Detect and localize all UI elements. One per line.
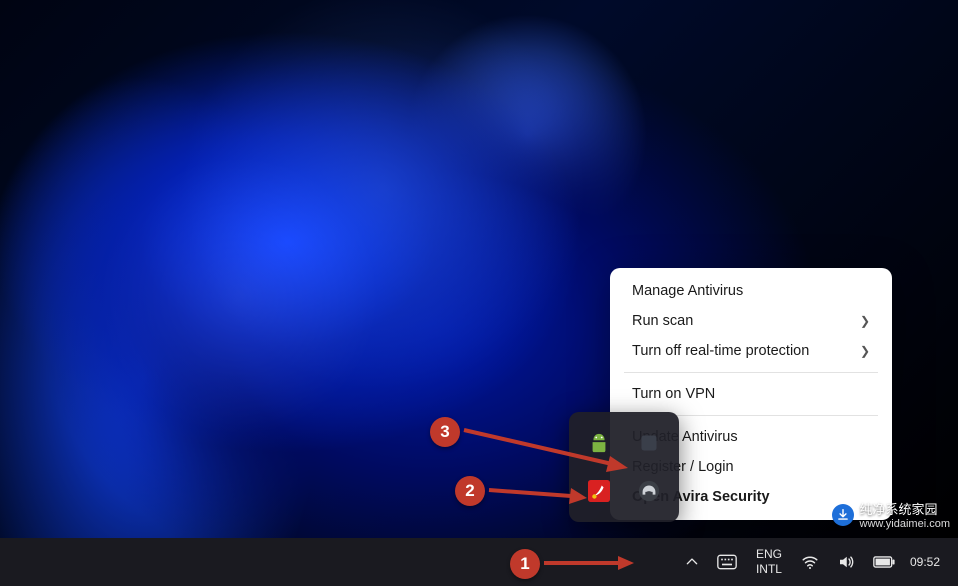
annotation-number: 3 — [440, 422, 449, 442]
android-icon[interactable] — [577, 422, 621, 464]
watermark-url: www.yidaimei.com — [860, 518, 950, 530]
menu-item-manage-antivirus[interactable]: Manage Antivirus — [610, 276, 892, 306]
menu-item-run-scan[interactable]: Run scan ❯ — [610, 306, 892, 336]
menu-item-label: Turn off real-time protection — [632, 343, 809, 359]
menu-item-label: Turn on VPN — [632, 386, 715, 402]
menu-item-turn-on-vpn[interactable]: Turn on VPN — [610, 379, 892, 409]
battery-icon[interactable] — [864, 538, 904, 586]
wifi-icon[interactable] — [792, 538, 828, 586]
menu-separator — [624, 372, 878, 373]
headset-tray-icon[interactable] — [627, 470, 671, 512]
chevron-right-icon: ❯ — [860, 344, 870, 358]
input-indicator-icon[interactable] — [708, 538, 746, 586]
clock[interactable]: 09:52 — [904, 538, 950, 586]
show-hidden-icons-button[interactable] — [676, 538, 708, 586]
hidden-icons-flyout — [569, 412, 679, 522]
generic-tray-icon[interactable] — [627, 422, 671, 464]
watermark: 纯净系统家园 www.yidaimei.com — [832, 499, 950, 530]
annotation-number: 2 — [465, 481, 474, 501]
chevron-right-icon: ❯ — [860, 314, 870, 328]
menu-item-turn-off-realtime[interactable]: Turn off real-time protection ❯ — [610, 336, 892, 366]
language-bottom: INTL — [756, 562, 782, 577]
menu-item-label: Run scan — [632, 313, 693, 329]
annotation-badge-3: 3 — [430, 417, 460, 447]
annotation-badge-1: 1 — [510, 549, 540, 579]
clock-time: 09:52 — [910, 555, 940, 570]
avira-tray-icon[interactable] — [577, 470, 621, 512]
menu-item-label: Manage Antivirus — [632, 283, 743, 299]
watermark-title: 纯净系统家园 — [860, 502, 938, 517]
watermark-logo-icon — [832, 504, 854, 526]
annotation-number: 1 — [520, 554, 529, 574]
language-top: ENG — [756, 547, 782, 562]
language-indicator[interactable]: ENG INTL — [746, 538, 792, 586]
taskbar: ENG INTL 09:52 — [0, 538, 958, 586]
volume-icon[interactable] — [828, 538, 864, 586]
annotation-badge-2: 2 — [455, 476, 485, 506]
